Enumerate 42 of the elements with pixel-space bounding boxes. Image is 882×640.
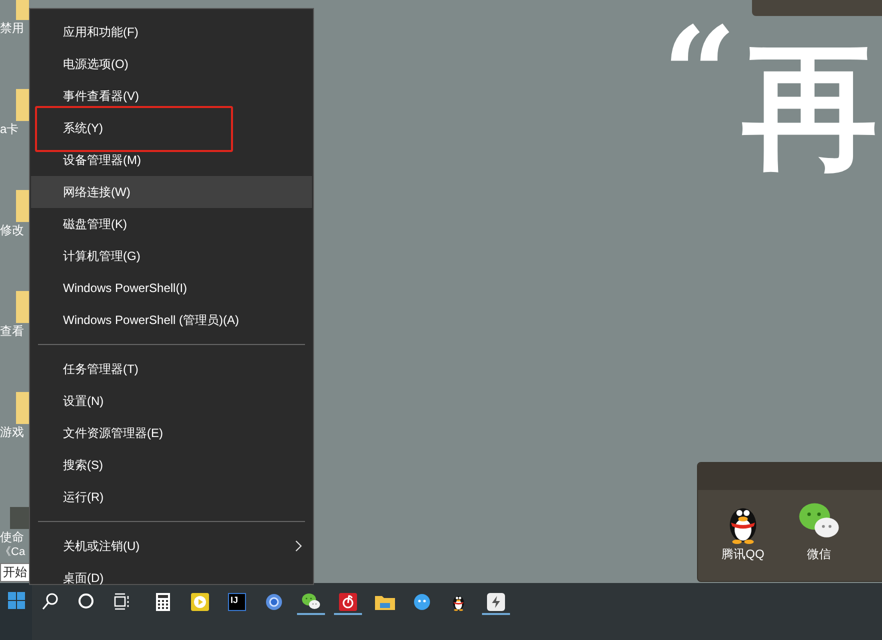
search-icon[interactable] — [42, 593, 58, 611]
desktop-icon-label[interactable]: a卡 — [0, 122, 19, 137]
wallpaper-glyph: 再 — [742, 30, 878, 185]
menu-item[interactable]: 电源选项(O) — [31, 48, 312, 80]
app-label[interactable]: 微信 — [807, 546, 831, 562]
menu-item[interactable]: 桌面(D) — [31, 562, 312, 594]
menu-item[interactable]: 事件查看器(V) — [31, 80, 312, 112]
menu-item[interactable]: 计算机管理(G) — [31, 240, 312, 272]
play-icon[interactable] — [190, 593, 208, 611]
menu-item[interactable]: 系统(Y) — [31, 112, 312, 144]
menu-item[interactable]: 设备管理器(M) — [31, 144, 312, 176]
menu-item[interactable]: 搜索(S) — [31, 449, 312, 481]
desktop-icon-label[interactable]: 修改 — [0, 223, 24, 238]
menu-item[interactable]: 关机或注销(U) — [31, 530, 312, 562]
menu-item[interactable]: 文件资源管理器(E) — [31, 417, 312, 449]
ide-icon[interactable]: IJ — [228, 593, 246, 611]
calculator-icon[interactable] — [156, 593, 170, 611]
desktop-icon-label[interactable]: 查看 — [0, 324, 24, 339]
menu-item[interactable]: 任务管理器(T) — [31, 353, 312, 385]
task-view-icon[interactable] — [114, 593, 130, 610]
desktop-icon-label[interactable]: 《Ca — [0, 545, 26, 560]
app-label[interactable]: 腾讯QQ — [722, 546, 764, 562]
chat-bubbles-icon — [300, 592, 320, 612]
desktop-icon-label[interactable]: 游戏 — [0, 425, 24, 440]
menu-item[interactable]: 网络连接(W) — [31, 176, 312, 208]
bird-icon[interactable] — [412, 593, 430, 611]
menu-item[interactable]: 设置(N) — [31, 385, 312, 417]
menu-item[interactable]: Windows PowerShell (管理员)(A) — [31, 304, 312, 336]
menu-item[interactable]: 运行(R) — [31, 481, 312, 513]
music-icon[interactable] — [338, 593, 356, 611]
circle-icon[interactable] — [78, 593, 94, 609]
menu-item[interactable]: 应用和功能(F) — [31, 16, 312, 48]
browser-icon[interactable] — [264, 593, 282, 611]
desktop-icon-label[interactable]: 使命 — [0, 530, 24, 545]
bolt-icon[interactable] — [486, 593, 504, 611]
desktop-icon-label[interactable]: 禁用 — [0, 21, 24, 36]
menu-item[interactable]: 磁盘管理(K) — [31, 208, 312, 240]
menu-item[interactable]: Windows PowerShell(I) — [31, 272, 312, 304]
windows-start-icon[interactable] — [0, 583, 32, 640]
start-tooltip: 开始 — [0, 563, 30, 582]
wallpaper-quote: “ — [662, 10, 737, 140]
folder-icon[interactable] — [374, 594, 394, 610]
